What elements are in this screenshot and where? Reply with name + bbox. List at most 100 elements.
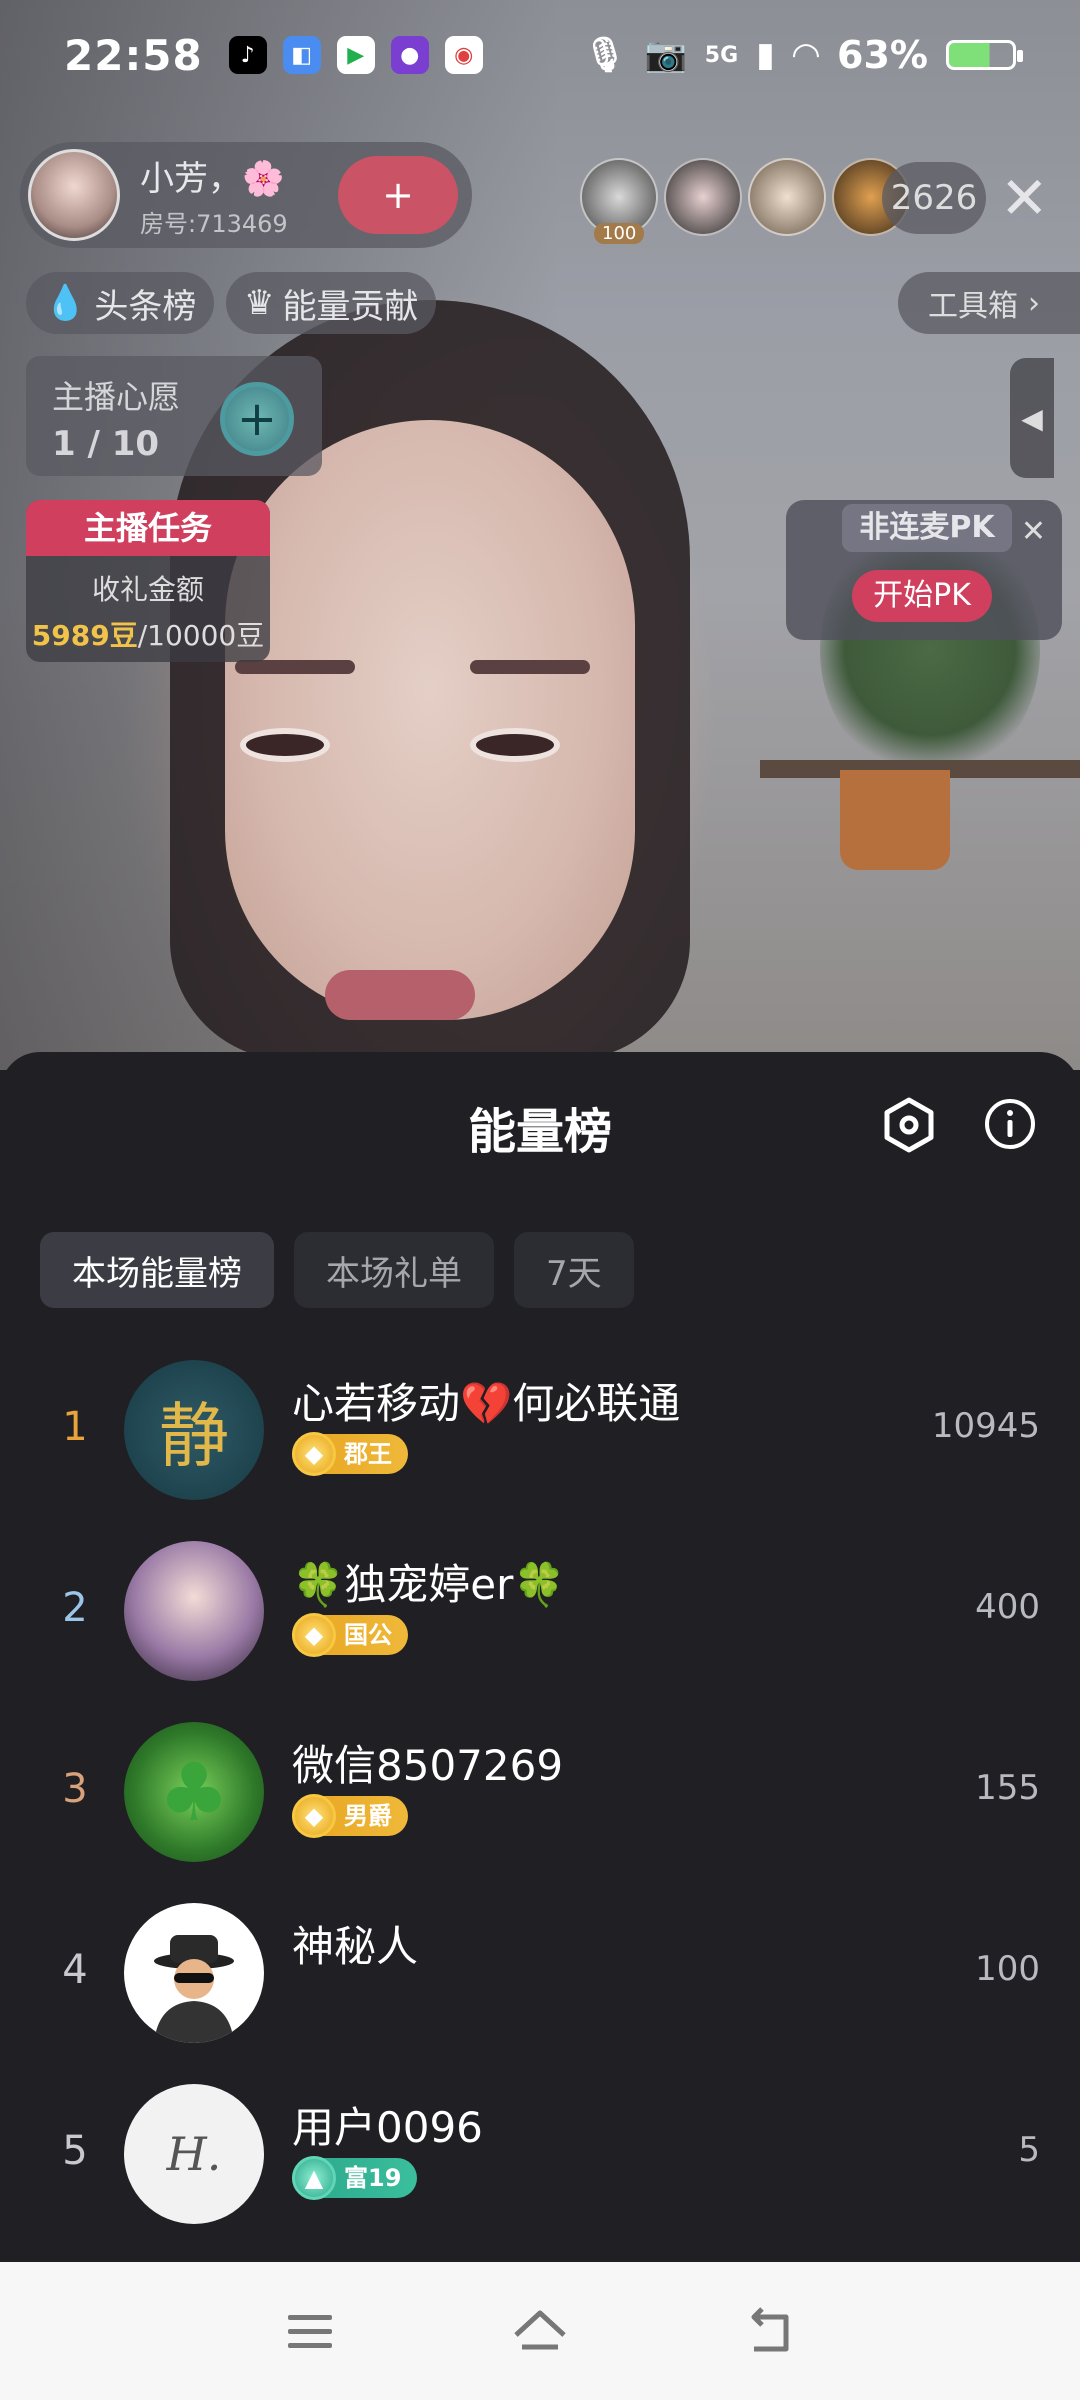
user-name: 心若移动💔何必联通 [292, 1379, 681, 1428]
clock: 22:58 [64, 30, 203, 80]
home-icon[interactable] [510, 2301, 570, 2361]
browser-icon: ◧ [282, 36, 321, 74]
user-name: 🍀独宠婷er🍀 [292, 1560, 566, 1609]
info-icon[interactable] [982, 1096, 1038, 1152]
user-avatar[interactable]: 静 [124, 1360, 264, 1500]
viewer-avatar[interactable]: 100 [580, 158, 658, 244]
diamond-icon: ◆ [292, 1794, 336, 1838]
host-left-brow [235, 660, 355, 674]
energy-score: 10945 [931, 1406, 1040, 1446]
task-label: 收礼金额 [91, 573, 204, 606]
signal-icon: ▮ [756, 35, 775, 75]
leaderboard-row[interactable]: 1 静 心若移动💔何必联通 ◆ 郡王 10945 [0, 1342, 1080, 1523]
toolbox-button[interactable]: 工具箱 › [898, 272, 1080, 334]
viewer-badge: 100 [594, 223, 645, 244]
pk-panel: 非连麦PK ✕ 开始PK [786, 500, 1062, 640]
menu-icon[interactable] [280, 2301, 340, 2361]
host-task-card[interactable]: 主播任务 收礼金额 5989豆/10000豆 [26, 500, 270, 662]
leaderboard-row[interactable]: 5 H. 用户0096 ▲ 富19 5 [0, 2066, 1080, 2247]
user-avatar[interactable] [124, 1541, 264, 1681]
add-wish-button[interactable]: + [220, 382, 294, 456]
energy-score: 155 [975, 1768, 1040, 1808]
leaderboard-row[interactable]: 2 🍀独宠婷er🍀 ◆ 国公 400 [0, 1523, 1080, 1704]
task-current: 5989豆 [31, 619, 138, 652]
pk-close-button[interactable]: ✕ [1021, 514, 1046, 549]
rank-number: 1 [62, 1404, 88, 1450]
wifi-icon: ◠ [792, 35, 820, 75]
status-bar: 22:58 ♪ ◧ ▶ ● ◉ 🎙 📷 5G ▮ ◠ 63% [0, 0, 1080, 110]
map-app-icon: ◉ [444, 36, 483, 74]
user-avatar[interactable]: ♣ [124, 1722, 264, 1862]
leaderboard-row[interactable]: 3 ♣ 微信8507269 ◆ 男爵 155 [0, 1704, 1080, 1885]
crown-icon: ♛ [244, 283, 275, 323]
energy-board-sheet: 能量榜 本场能量榜 本场礼单 7天 1 静 心若移动💔何必联通 ◆ 郡王 1094… [0, 1052, 1080, 2262]
host-info-pill[interactable]: 小芳，🌸 房号:713469 + [20, 142, 472, 248]
pot-decoration [840, 770, 950, 870]
badge-label: 郡王 [344, 1440, 392, 1468]
side-panel-handle[interactable]: ◀ [1010, 358, 1054, 478]
handwritten-initial-icon: H. [166, 2127, 222, 2181]
host-right-eye [470, 728, 560, 762]
badge-label: 男爵 [344, 1802, 392, 1830]
host-lips [325, 970, 475, 1020]
rank-number: 4 [62, 1947, 88, 1993]
energy-score: 400 [975, 1587, 1040, 1627]
noble-badge: ◆ 郡王 [292, 1432, 408, 1476]
user-name: 微信8507269 [292, 1741, 564, 1790]
live-app-icon: ● [390, 36, 429, 74]
hexagon-settings-icon[interactable] [880, 1096, 938, 1154]
wealth-badge: ▲ 富19 [292, 2156, 418, 2200]
start-pk-button[interactable]: 开始PK [852, 570, 992, 622]
tab-seven-days[interactable]: 7天 [514, 1232, 634, 1308]
leaderboard-list: 1 静 心若移动💔何必联通 ◆ 郡王 10945 2 🍀独宠婷er🍀 ◆ 国公 40… [0, 1342, 1080, 2247]
network-type: 5G [704, 42, 739, 68]
energy-contribution-label: 能量贡献 [282, 286, 419, 327]
chevron-right-icon: › [1028, 285, 1040, 321]
camera-icon: 📷 [644, 35, 687, 75]
viewer-avatar[interactable] [748, 158, 826, 236]
board-tabs: 本场能量榜 本场礼单 7天 [40, 1232, 634, 1308]
viewer-avatars: 100 [580, 158, 910, 244]
user-avatar[interactable]: H. [124, 2084, 264, 2224]
energy-score: 5 [1018, 2130, 1040, 2170]
energy-score: 100 [975, 1949, 1040, 1989]
close-live-button[interactable]: ✕ [1000, 162, 1049, 234]
triangle-gem-icon: ▲ [292, 2156, 336, 2200]
host-left-eye [240, 728, 330, 762]
headline-rank-chip[interactable]: 💧 头条榜 [26, 272, 215, 334]
rank-number: 2 [62, 1585, 88, 1631]
mystery-person-icon [154, 1935, 234, 2043]
avatar-calligraphy-icon: 静 [159, 1394, 229, 1477]
badge-label: 富19 [344, 2164, 402, 2192]
host-face [225, 420, 635, 1020]
tab-session-energy[interactable]: 本场能量榜 [40, 1232, 274, 1308]
system-navigation-bar [0, 2262, 1080, 2400]
user-avatar[interactable] [124, 1903, 264, 2043]
viewer-avatar[interactable] [664, 158, 742, 236]
leaderboard-row[interactable]: 4 神秘人 100 [0, 1885, 1080, 2066]
diamond-icon: ◆ [292, 1613, 336, 1657]
toolbox-label: 工具箱 [928, 289, 1018, 324]
host-info: 小芳，🌸 房号:713469 [140, 151, 288, 239]
tiktok-icon: ♪ [228, 36, 267, 74]
follow-button[interactable]: + [338, 156, 458, 234]
tab-session-gifts[interactable]: 本场礼单 [294, 1232, 494, 1308]
host-avatar[interactable] [28, 149, 120, 241]
energy-contribution-chip[interactable]: ♛ 能量贡献 [226, 272, 437, 334]
noble-badge: ◆ 男爵 [292, 1794, 408, 1838]
badge-label: 国公 [344, 1621, 392, 1649]
microphone-icon: 🎙 [583, 35, 627, 75]
video-app-icon: ▶ [336, 36, 375, 74]
room-number: 房号:713469 [140, 210, 288, 238]
rank-number: 3 [62, 1766, 88, 1812]
headline-rank-label: 头条榜 [94, 286, 197, 327]
back-icon[interactable] [740, 2301, 800, 2361]
clover-icon: ♣ [158, 1745, 230, 1839]
pk-tag: 非连麦PK [842, 504, 1012, 552]
rank-number: 5 [62, 2128, 88, 2174]
flame-icon: 💧 [44, 283, 87, 323]
viewer-count[interactable]: 2626 [882, 162, 986, 234]
notification-icons: ♪ ◧ ▶ ● ◉ [228, 36, 483, 74]
task-title: 主播任务 [26, 500, 270, 556]
host-right-brow [470, 660, 590, 674]
